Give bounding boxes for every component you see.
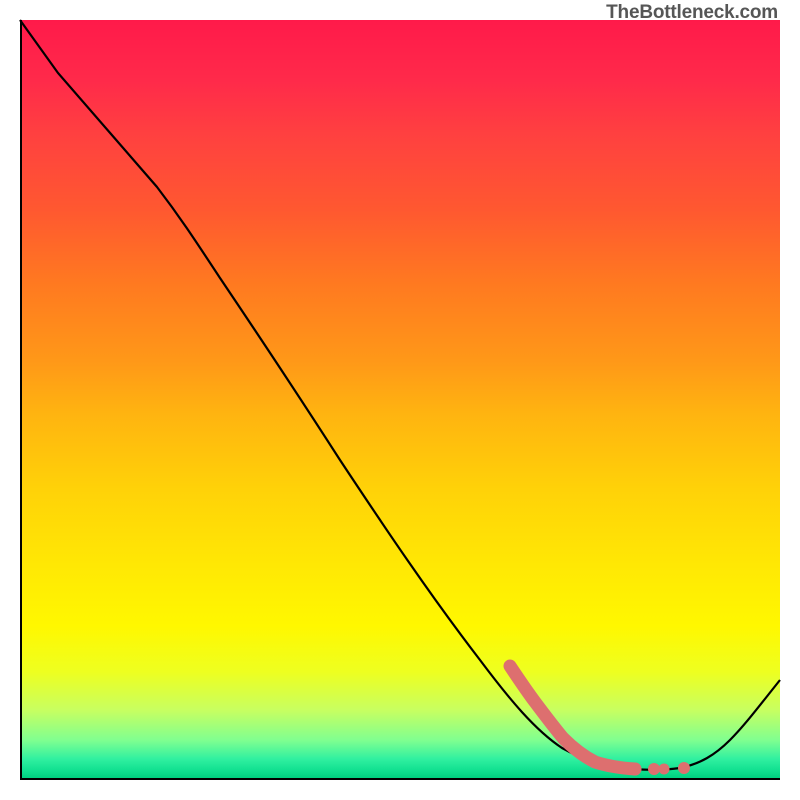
salmon-dot xyxy=(659,764,670,775)
salmon-valley-stroke xyxy=(510,666,635,769)
salmon-dot xyxy=(678,762,690,774)
chart-svg xyxy=(20,20,780,780)
salmon-dot xyxy=(629,763,642,776)
watermark-text: TheBottleneck.com xyxy=(606,2,778,24)
salmon-dot xyxy=(648,763,660,775)
main-curve-line xyxy=(20,20,780,770)
chart-container: TheBottleneck.com xyxy=(0,0,800,800)
